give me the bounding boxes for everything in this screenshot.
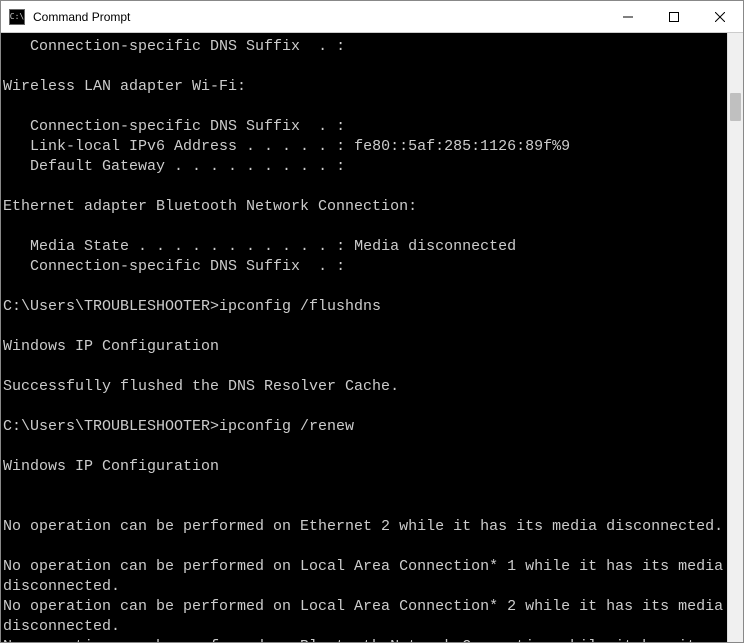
minimize-button[interactable] — [605, 1, 651, 32]
terminal-line: No operation can be performed on Etherne… — [3, 517, 725, 537]
terminal-line: No operation can be performed on Bluetoo… — [3, 637, 725, 642]
terminal-line: Windows IP Configuration — [3, 457, 725, 477]
terminal-line: Media State . . . . . . . . . . . : Medi… — [3, 237, 725, 257]
terminal-line — [3, 357, 725, 377]
terminal-line: Connection-specific DNS Suffix . : — [3, 257, 725, 277]
terminal-line: Connection-specific DNS Suffix . : — [3, 37, 725, 57]
terminal-line — [3, 97, 725, 117]
terminal-line — [3, 397, 725, 417]
terminal-line — [3, 217, 725, 237]
titlebar: C:\ Command Prompt — [1, 1, 743, 33]
minimize-icon — [623, 12, 633, 22]
vertical-scrollbar[interactable] — [727, 33, 743, 642]
terminal-line — [3, 177, 725, 197]
terminal-line: C:\Users\TROUBLESHOOTER>ipconfig /flushd… — [3, 297, 725, 317]
terminal-line — [3, 477, 725, 497]
terminal-line — [3, 317, 725, 337]
terminal-line — [3, 437, 725, 457]
terminal-line: Wireless LAN adapter Wi-Fi: — [3, 77, 725, 97]
terminal-line — [3, 57, 725, 77]
close-button[interactable] — [697, 1, 743, 32]
terminal-line — [3, 497, 725, 517]
scroll-thumb[interactable] — [730, 93, 741, 121]
terminal-line: Successfully flushed the DNS Resolver Ca… — [3, 377, 725, 397]
maximize-icon — [669, 12, 679, 22]
terminal-line: C:\Users\TROUBLESHOOTER>ipconfig /renew — [3, 417, 725, 437]
terminal-line: Windows IP Configuration — [3, 337, 725, 357]
terminal-line: No operation can be performed on Local A… — [3, 597, 725, 637]
terminal-line: No operation can be performed on Local A… — [3, 557, 725, 597]
terminal-line: Connection-specific DNS Suffix . : — [3, 117, 725, 137]
terminal-line: Default Gateway . . . . . . . . . : — [3, 157, 725, 177]
window-title: Command Prompt — [31, 10, 605, 24]
window-controls — [605, 1, 743, 32]
terminal-output[interactable]: Connection-specific DNS Suffix . : Wirele… — [1, 33, 727, 642]
terminal-line: Link-local IPv6 Address . . . . . : fe80… — [3, 137, 725, 157]
terminal-line: Ethernet adapter Bluetooth Network Conne… — [3, 197, 725, 217]
app-icon: C:\ — [9, 9, 25, 25]
content-area: Connection-specific DNS Suffix . : Wirele… — [1, 33, 743, 642]
maximize-button[interactable] — [651, 1, 697, 32]
terminal-line — [3, 277, 725, 297]
terminal-line — [3, 537, 725, 557]
close-icon — [715, 12, 725, 22]
